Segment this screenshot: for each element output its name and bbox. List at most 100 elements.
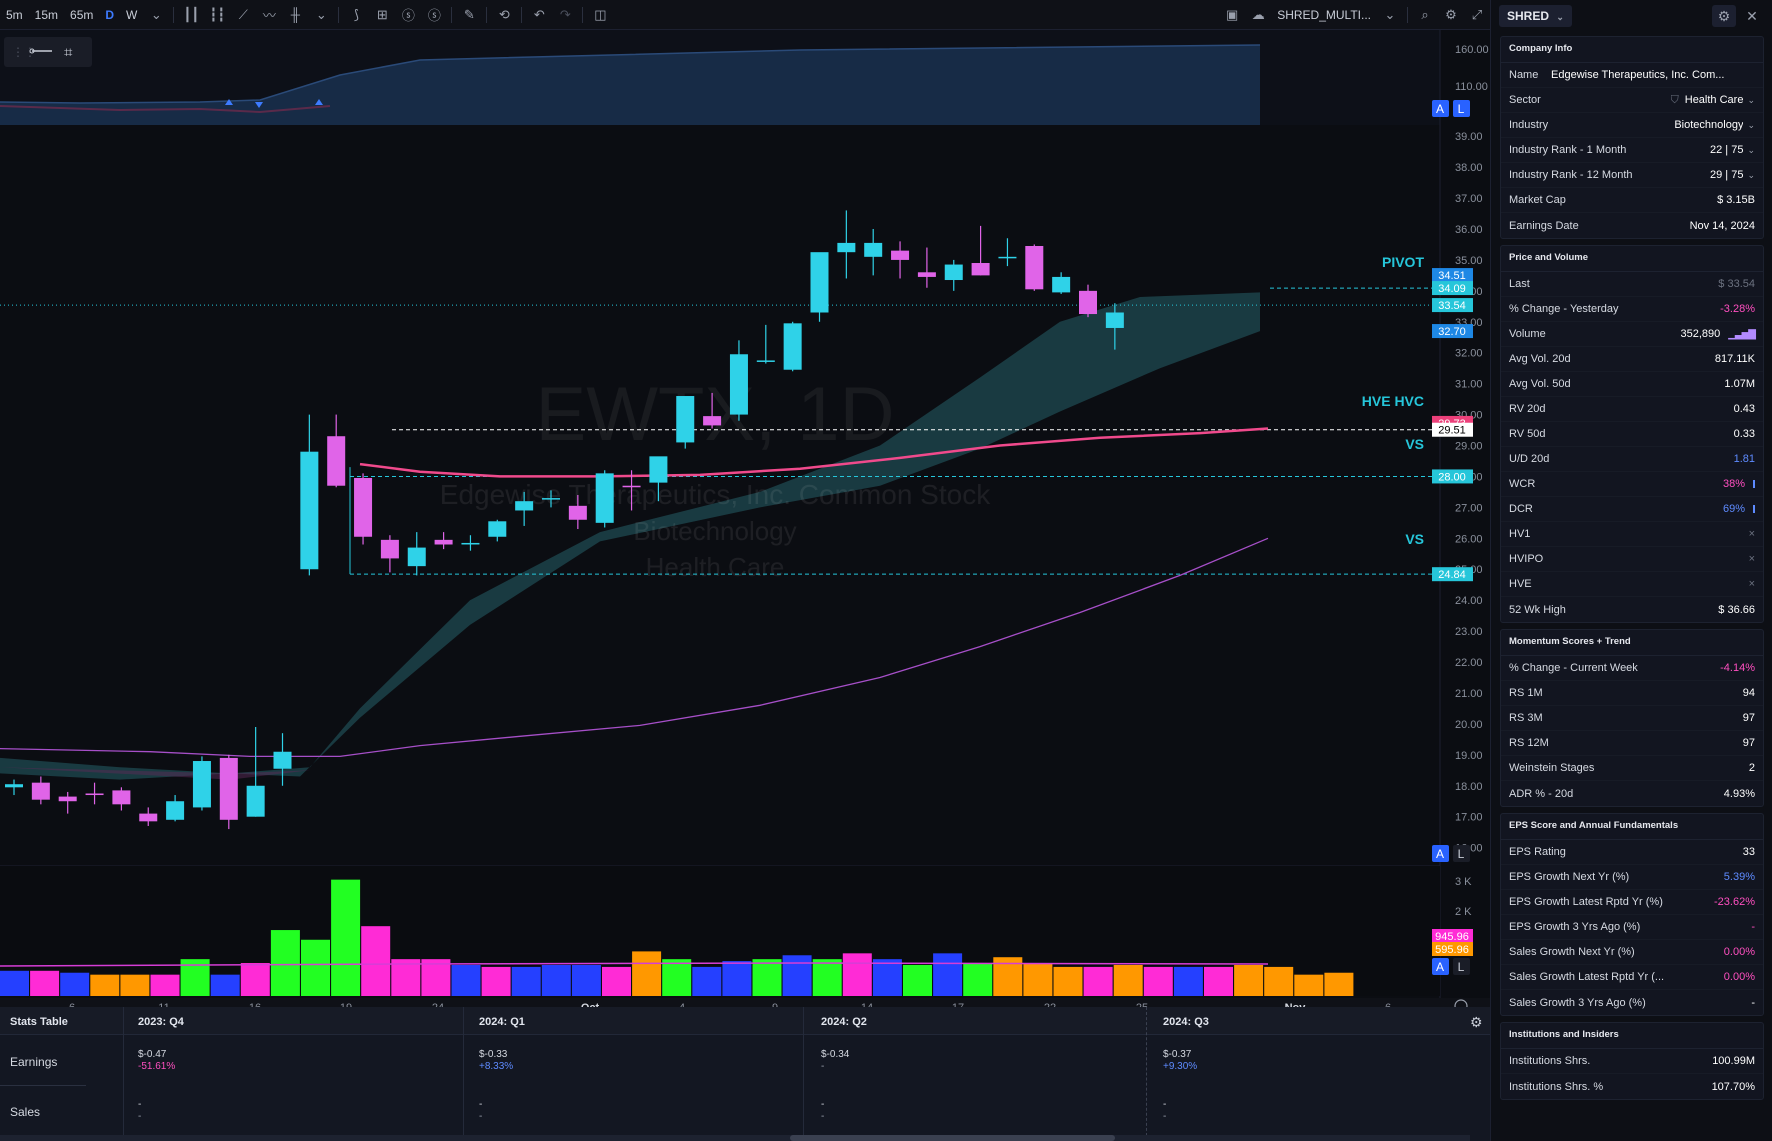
replay-icon[interactable]: ⟲ — [491, 7, 517, 23]
volume-bar — [1023, 963, 1053, 996]
fib-tool-icon[interactable]: ⌗ — [64, 43, 73, 61]
volume-bar — [361, 926, 391, 996]
price-chart[interactable]: ⋮⋮ ⌗ EWTX, 1D Edgewise Therapeutics, Inc… — [0, 30, 1490, 1015]
pencil-icon[interactable]: ✎ — [456, 7, 482, 23]
info-row-rank-1m[interactable]: Industry Rank - 1 Month 22 | 75 ⌄ — [1501, 138, 1763, 163]
timeframe-15m[interactable]: 15m — [29, 8, 64, 22]
company-info-section: Company Info Name Edgewise Therapeutics, … — [1500, 36, 1764, 239]
price-axis-label: 23.00 — [1455, 626, 1483, 638]
info-row-name: Name Edgewise Therapeutics, Inc. Com... — [1501, 63, 1763, 88]
info-row-key: Avg Vol. 50d — [1509, 378, 1571, 390]
price-axis-label: 29.00 — [1455, 441, 1483, 453]
candle-body — [58, 796, 77, 802]
ohlc-style-icon[interactable]: ╫ — [282, 7, 308, 22]
info-row-value: - — [1751, 996, 1755, 1009]
volume-bar — [481, 966, 511, 996]
candle-body — [31, 782, 50, 800]
bars-style-icon[interactable]: ┃┃ — [178, 7, 204, 23]
candle-body — [246, 785, 265, 817]
layout-name[interactable]: SHRED_MULTI... — [1271, 8, 1377, 22]
candles-style-icon[interactable]: ┇┇ — [204, 7, 230, 23]
price-volume-section: Price and Volume Last $ 33.54 % Change - Y… — [1500, 245, 1764, 623]
volume-bar — [632, 951, 662, 996]
price-axis-label: 38.00 — [1455, 162, 1483, 174]
info-row-key: Volume — [1509, 328, 1546, 340]
templates-icon[interactable]: ⊞ — [369, 7, 395, 23]
auto-scale-label: A — [1436, 960, 1444, 974]
price-axis-label: 24.00 — [1455, 595, 1483, 607]
price-axis-label: 37.00 — [1455, 193, 1483, 205]
info-row-value: -3.28% — [1720, 303, 1755, 315]
volume-bar — [933, 953, 963, 996]
info-row-value: 1.81 — [1733, 453, 1755, 465]
toolbar-divider — [486, 6, 488, 23]
price-tag-label: 33.54 — [1438, 300, 1466, 312]
quick-search-icon[interactable]: ⌕ — [1412, 7, 1438, 23]
candle-body — [461, 542, 480, 545]
price-axis-label: 31.00 — [1455, 379, 1483, 391]
indicators-icon[interactable]: ⟆ — [343, 7, 369, 23]
redo-icon[interactable]: ↷ — [552, 7, 578, 23]
info-row-key: Last — [1509, 278, 1530, 290]
volume-bar — [150, 974, 180, 996]
info-row: Last $ 33.54 — [1501, 272, 1763, 297]
info-row-rank-12m[interactable]: Industry Rank - 12 Month 29 | 75 ⌄ — [1501, 163, 1763, 188]
panel-settings-gear-icon[interactable]: ⚙ — [1712, 5, 1736, 27]
stats-value: - — [138, 1099, 142, 1110]
price-axis-label: 27.00 — [1455, 502, 1483, 514]
cloud-icon[interactable]: ☁ — [1245, 7, 1271, 23]
scrollbar-thumb[interactable] — [790, 1135, 1115, 1141]
price-tag-label: 34.09 — [1438, 283, 1466, 295]
volume-axis-label: 3 K — [1455, 876, 1472, 888]
stats-value: - — [1163, 1099, 1167, 1110]
symbol-s-icon[interactable]: ⓢ — [395, 5, 421, 24]
candle-body — [354, 477, 373, 537]
volume-bar — [301, 939, 330, 996]
volume-bar — [1053, 966, 1083, 996]
symbol-s-icon[interactable]: ⓢ — [421, 5, 447, 24]
layout-grid-icon[interactable]: ▣ — [1219, 7, 1245, 23]
chart-area[interactable]: ⋮⋮ ⌗ EWTX, 1D Edgewise Therapeutics, Inc… — [0, 30, 1490, 1015]
line-style-icon[interactable]: ⟋ — [230, 7, 256, 23]
settings-gear-icon[interactable]: ⚙ — [1438, 7, 1464, 23]
candle-body — [139, 813, 158, 822]
info-row-key: % Change - Yesterday — [1509, 303, 1619, 315]
chevron-down-icon[interactable]: ⌄ — [143, 7, 169, 23]
timeframe-5m[interactable]: 5m — [0, 8, 29, 22]
timeframe-daily[interactable]: D — [99, 8, 120, 22]
chevron-down-icon[interactable]: ⌄ — [1377, 7, 1403, 23]
price-axis-label: 36.00 — [1455, 224, 1483, 236]
info-row-value: 69% — [1722, 503, 1745, 515]
snapshot-icon[interactable]: ◫ — [587, 7, 613, 23]
info-row-value: 817.11K — [1714, 353, 1755, 365]
stats-settings-gear-icon[interactable]: ⚙ — [1470, 1014, 1483, 1031]
volume-bar — [451, 964, 481, 996]
info-row-industry[interactable]: Industry Biotechnology ⌄ — [1501, 113, 1763, 138]
area-style-icon[interactable]: 〰 — [256, 5, 282, 24]
close-icon[interactable]: ✕ — [1740, 5, 1764, 27]
indicator-marker-icon — [1753, 505, 1755, 513]
info-row-sector[interactable]: Sector ⛉ Health Care ⌄ — [1501, 88, 1763, 113]
info-row-key: RS 3M — [1509, 712, 1543, 724]
info-row-key: RS 1M — [1509, 687, 1543, 699]
timeframe-weekly[interactable]: W — [120, 8, 143, 22]
section-title: Company Info — [1501, 37, 1763, 63]
fullscreen-icon[interactable]: ⤢ — [1464, 7, 1490, 23]
info-row: HVIPO × — [1501, 547, 1763, 572]
undo-icon[interactable]: ↶ — [526, 7, 552, 23]
price-axis-label: 20.00 — [1455, 719, 1483, 731]
info-row-key: U/D 20d — [1509, 453, 1550, 465]
timeframe-65m[interactable]: 65m — [64, 8, 99, 22]
info-row-value: 0.00% — [1723, 971, 1755, 983]
candle-body — [837, 242, 856, 253]
info-row: HV1 × — [1501, 522, 1763, 547]
panel-layout-selector[interactable]: SHRED ⌄ — [1499, 5, 1572, 27]
volume-bar — [1204, 966, 1233, 996]
chevron-down-icon[interactable]: ⌄ — [308, 7, 334, 23]
stats-scrollbar[interactable] — [0, 1135, 1470, 1141]
info-row-key: RS 12M — [1509, 737, 1549, 749]
info-row-value: × — [1748, 578, 1755, 590]
info-row: 52 Wk High $ 36.66 — [1501, 597, 1763, 622]
candle-body — [327, 436, 346, 486]
drag-handle-icon[interactable]: ⋮⋮ — [12, 45, 36, 59]
